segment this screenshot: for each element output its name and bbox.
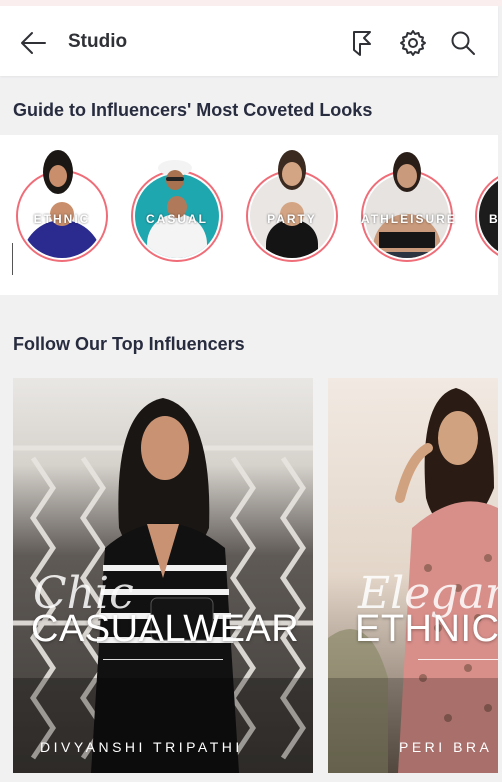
look-label: ETHNIC: [33, 212, 91, 226]
look-label: B: [489, 212, 498, 226]
card-headline: ETHNICW: [355, 608, 498, 650]
model-head-ethnic: [43, 150, 73, 194]
bookmark-button[interactable]: [347, 27, 379, 59]
influencer-card[interactable]: Chic CASUALWEAR DIVYANSHI TRIPATHI: [13, 378, 313, 773]
look-label: CASUAL: [146, 212, 208, 226]
model-head-athleisure: [393, 152, 421, 192]
search-icon: [451, 31, 475, 55]
look-party[interactable]: PARTY: [246, 146, 344, 266]
card-divider: [103, 659, 223, 660]
look-casual[interactable]: CASUAL: [131, 146, 229, 266]
gear-icon: [400, 30, 426, 56]
guide-section-title: Guide to Influencers' Most Coveted Looks: [13, 100, 373, 120]
model-head-party: [278, 150, 306, 190]
look-ethnic[interactable]: ETHNIC: [16, 146, 114, 266]
page-title: Studio: [68, 31, 128, 52]
look-partial[interactable]: B: [475, 146, 498, 266]
card-headline: CASUALWEAR: [31, 608, 300, 650]
model-head-casual: [158, 160, 192, 190]
bookmark-icon: [353, 31, 371, 56]
card-divider: [418, 659, 498, 660]
settings-button[interactable]: [397, 27, 429, 59]
arrow-left-icon: [21, 32, 46, 54]
back-button[interactable]: [17, 27, 49, 59]
influencer-card[interactable]: Elegant ETHNICW PERI BRA: [328, 378, 498, 773]
influencer-name: DIVYANSHI TRIPATHI: [40, 739, 243, 755]
text-cursor: [12, 243, 13, 275]
looks-carousel[interactable]: ETHNIC CASUAL PARTY ATHLEISURE B: [0, 135, 498, 295]
app-header: Studio: [0, 6, 498, 76]
look-label: ATHLEISURE: [361, 212, 457, 226]
look-label: PARTY: [267, 212, 317, 226]
influencer-name: PERI BRA: [399, 739, 493, 755]
influencers-section-title: Follow Our Top Influencers: [13, 334, 245, 354]
search-button[interactable]: [447, 27, 479, 59]
look-athleisure[interactable]: ATHLEISURE: [361, 146, 459, 266]
